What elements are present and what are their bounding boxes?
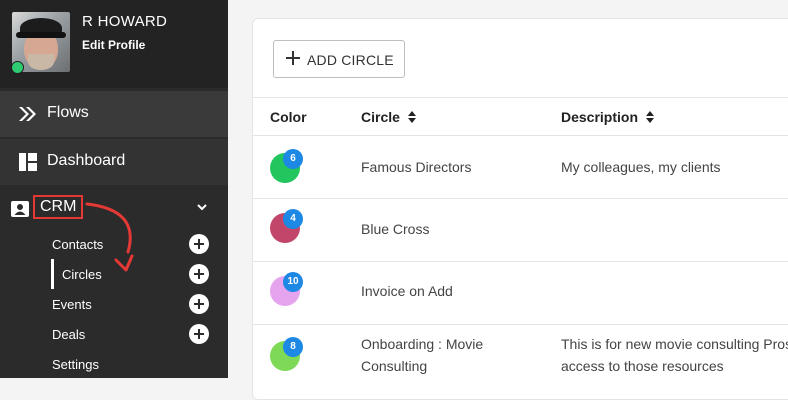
- table-row[interactable]: 10 Invoice on Add: [253, 262, 788, 324]
- column-header-color: Color: [270, 109, 307, 125]
- circle-description: This is for new movie consulting Pros ac…: [561, 333, 788, 377]
- table-row[interactable]: 8 Onboarding : Movie Consulting This is …: [253, 325, 788, 399]
- plus-icon: [286, 51, 300, 65]
- nav-crm[interactable]: CRM: [0, 195, 228, 227]
- description-line: access to those resources: [561, 358, 724, 374]
- nav-flows[interactable]: Flows: [0, 91, 228, 137]
- column-header-label: Color: [270, 109, 307, 125]
- sidebar-item-settings[interactable]: Settings: [0, 352, 228, 378]
- add-circle-button[interactable]: ADD CIRCLE: [273, 40, 405, 78]
- dashboard-icon: [19, 153, 37, 171]
- sidebar-item-deals[interactable]: Deals: [0, 322, 228, 348]
- circle-name: Famous Directors: [361, 159, 472, 175]
- online-status-icon: [11, 61, 24, 74]
- sidebar-item-circles[interactable]: Circles: [0, 259, 228, 289]
- double-chevron-icon: [19, 107, 36, 121]
- sort-icon: [645, 111, 654, 123]
- circle-description: My colleagues, my clients: [561, 159, 721, 175]
- user-name: R HOWARD: [82, 13, 168, 30]
- edit-profile-link[interactable]: Edit Profile: [82, 38, 145, 52]
- circle-name-line: Consulting: [361, 358, 428, 374]
- nav-dashboard-label: Dashboard: [47, 152, 126, 169]
- sidebar-item-label: Circles: [62, 267, 102, 282]
- active-indicator: [51, 259, 54, 289]
- column-header-circle[interactable]: Circle: [361, 109, 416, 125]
- nav-crm-label: CRM: [33, 195, 84, 219]
- sidebar-item-label: Deals: [52, 327, 86, 342]
- add-circle-sidebar-button[interactable]: [189, 264, 209, 284]
- add-circle-label: ADD CIRCLE: [307, 52, 394, 68]
- column-header-label: Description: [561, 109, 639, 125]
- profile-panel: R HOWARD Edit Profile: [0, 0, 228, 88]
- circle-name: Onboarding : Movie Consulting: [361, 333, 483, 377]
- sidebar-item-events[interactable]: Events: [0, 292, 228, 318]
- sidebar-item-contacts[interactable]: Contacts: [0, 232, 228, 258]
- chevron-down-icon[interactable]: [195, 200, 209, 214]
- member-count-badge: 6: [283, 149, 303, 169]
- table-row[interactable]: 6 Famous Directors My colleagues, my cli…: [253, 136, 788, 198]
- nav-flows-label: Flows: [47, 104, 89, 121]
- add-contact-button[interactable]: [189, 234, 209, 254]
- sidebar-item-label: Contacts: [52, 237, 104, 252]
- member-count-badge: 8: [283, 337, 303, 357]
- column-header-description[interactable]: Description: [561, 109, 654, 125]
- add-event-button[interactable]: [189, 294, 209, 314]
- column-header-label: Circle: [361, 109, 400, 125]
- sidebar-item-label: Events: [52, 297, 92, 312]
- description-line: This is for new movie consulting Pros: [561, 336, 788, 352]
- circle-name-line: Onboarding : Movie: [361, 336, 484, 352]
- circle-name: Blue Cross: [361, 221, 430, 237]
- contact-card-icon: [11, 201, 29, 217]
- main-content: ADD CIRCLE Color Circle Description 6 Fa…: [228, 0, 788, 400]
- circle-name: Invoice on Add: [361, 283, 453, 299]
- add-deal-button[interactable]: [189, 324, 209, 344]
- table-row[interactable]: 4 Blue Cross: [253, 199, 788, 261]
- divider: [253, 97, 788, 98]
- sidebar-item-label: Settings: [52, 357, 99, 372]
- circles-card: ADD CIRCLE Color Circle Description 6 Fa…: [252, 18, 788, 400]
- sort-icon: [407, 111, 416, 123]
- sidebar: R HOWARD Edit Profile Flows Dashboard CR…: [0, 0, 228, 378]
- nav-dashboard[interactable]: Dashboard: [0, 139, 228, 185]
- member-count-badge: 4: [283, 209, 303, 229]
- member-count-badge: 10: [283, 272, 303, 292]
